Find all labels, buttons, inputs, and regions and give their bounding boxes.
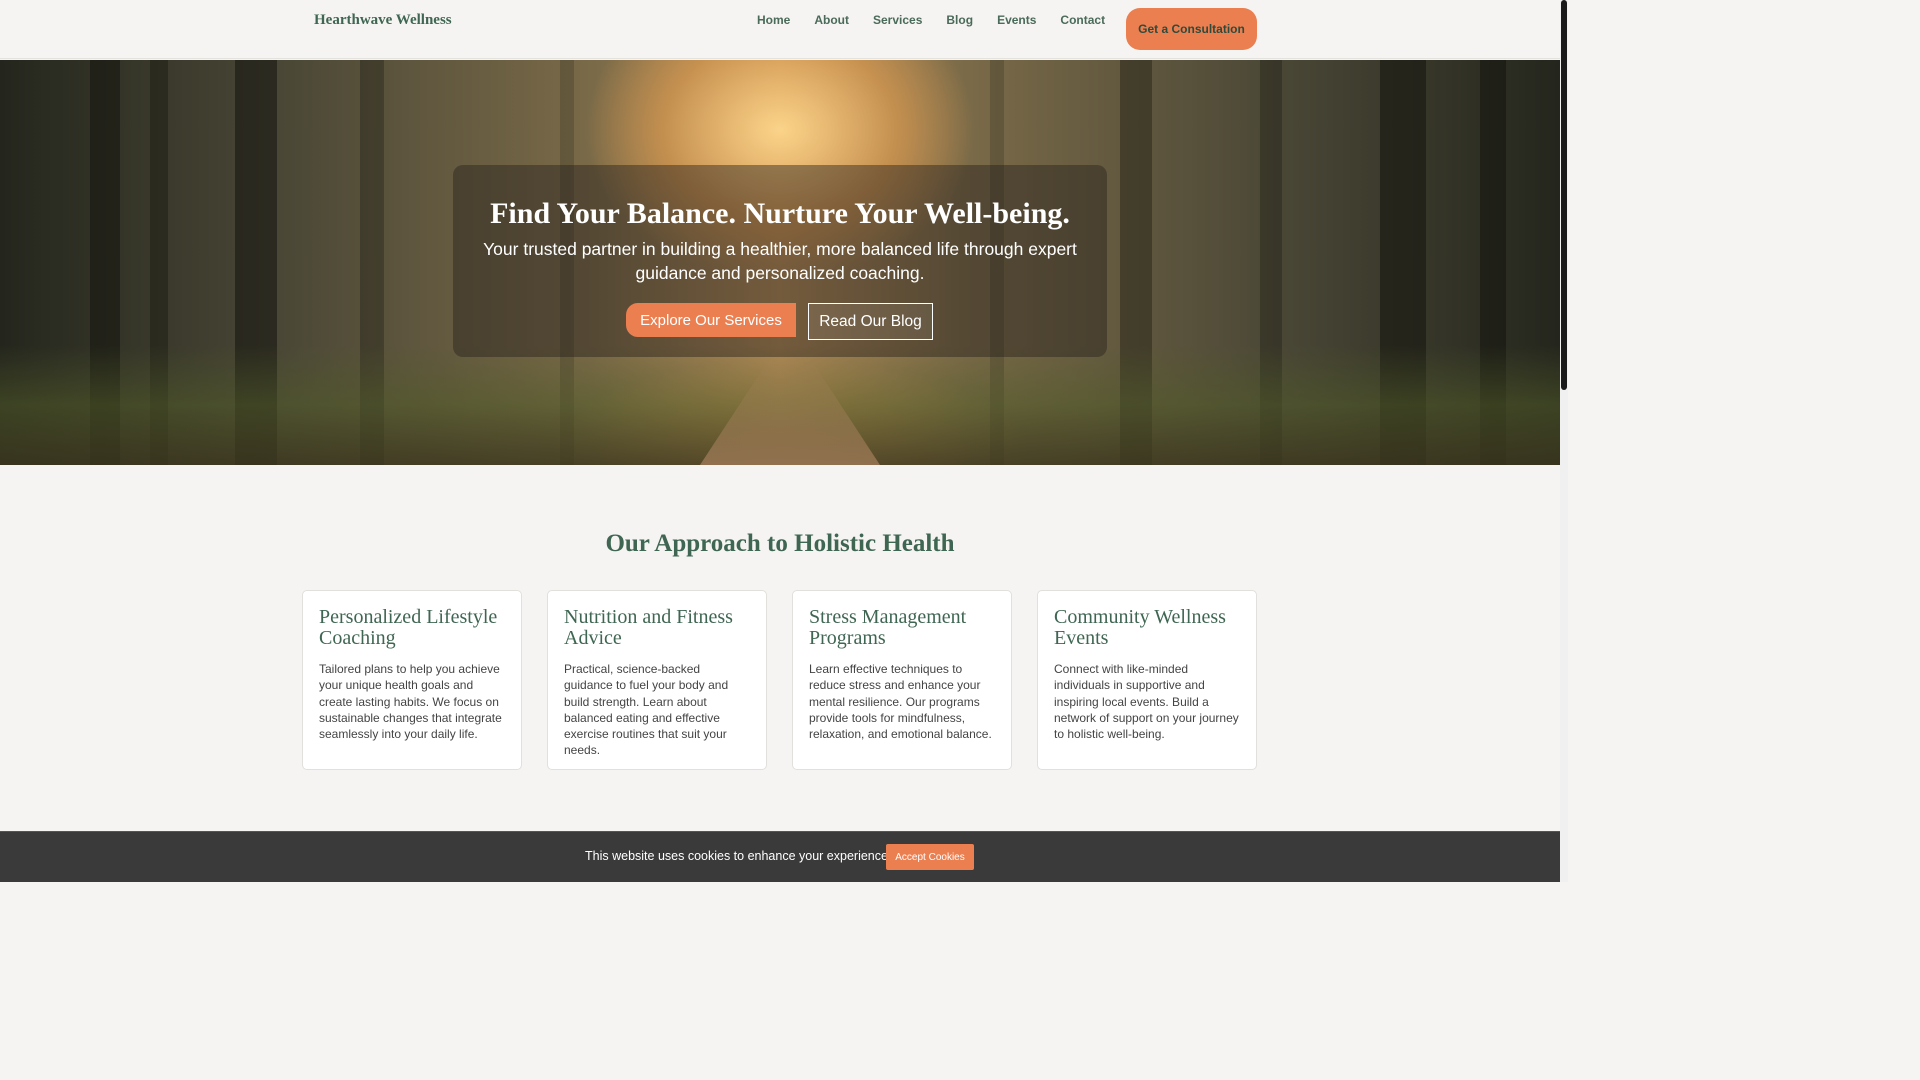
site-header: Hearthwave Wellness Home About Services … — [0, 0, 1560, 59]
nav-about[interactable]: About — [814, 13, 849, 27]
service-card: Community Wellness Events Connect with l… — [1037, 590, 1257, 770]
card-text: Learn effective techniques to reduce str… — [809, 662, 992, 742]
main-nav: Home About Services Blog Events Contact — [757, 13, 1129, 27]
explore-services-button[interactable]: Explore Our Services — [626, 303, 796, 337]
hero-title: Find Your Balance. Nurture Your Well-bei… — [490, 197, 1070, 230]
nav-blog[interactable]: Blog — [946, 13, 973, 27]
cookie-text: This website uses cookies to enhance you… — [585, 849, 892, 863]
get-consultation-button[interactable]: Get a Consultation — [1126, 8, 1257, 50]
read-blog-button[interactable]: Read Our Blog — [808, 303, 933, 340]
accept-cookies-button[interactable]: Accept Cookies — [886, 844, 974, 870]
hero-overlay: Find Your Balance. Nurture Your Well-bei… — [453, 165, 1107, 357]
service-card: Nutrition and Fitness Advice Practical, … — [547, 590, 767, 770]
nav-home[interactable]: Home — [757, 13, 790, 27]
brand-logo[interactable]: Hearthwave Wellness — [314, 12, 452, 29]
card-text: Tailored plans to help you achieve your … — [319, 662, 502, 742]
cookie-banner: This website uses cookies to enhance you… — [0, 831, 1560, 882]
hero-subtitle: Your trusted partner in building a healt… — [483, 239, 1077, 283]
card-title: Community Wellness Events — [1054, 606, 1226, 649]
card-text: Connect with like-minded individuals in … — [1054, 662, 1239, 742]
nav-services[interactable]: Services — [873, 13, 922, 27]
nav-events[interactable]: Events — [997, 13, 1036, 27]
card-title: Personalized Lifestyle Coaching — [319, 606, 498, 649]
service-card: Personalized Lifestyle Coaching Tailored… — [302, 590, 522, 770]
approach-title: Our Approach to Holistic Health — [605, 530, 955, 557]
service-card: Stress Management Programs Learn effecti… — [792, 590, 1012, 770]
nav-contact[interactable]: Contact — [1060, 13, 1105, 27]
card-text: Practical, science-backed guidance to fu… — [564, 662, 729, 758]
card-title: Nutrition and Fitness Advice — [564, 606, 733, 649]
hero-banner: Find Your Balance. Nurture Your Well-bei… — [0, 60, 1560, 465]
scrollbar-thumb[interactable] — [1561, 0, 1567, 390]
card-title: Stress Management Programs — [809, 606, 967, 649]
